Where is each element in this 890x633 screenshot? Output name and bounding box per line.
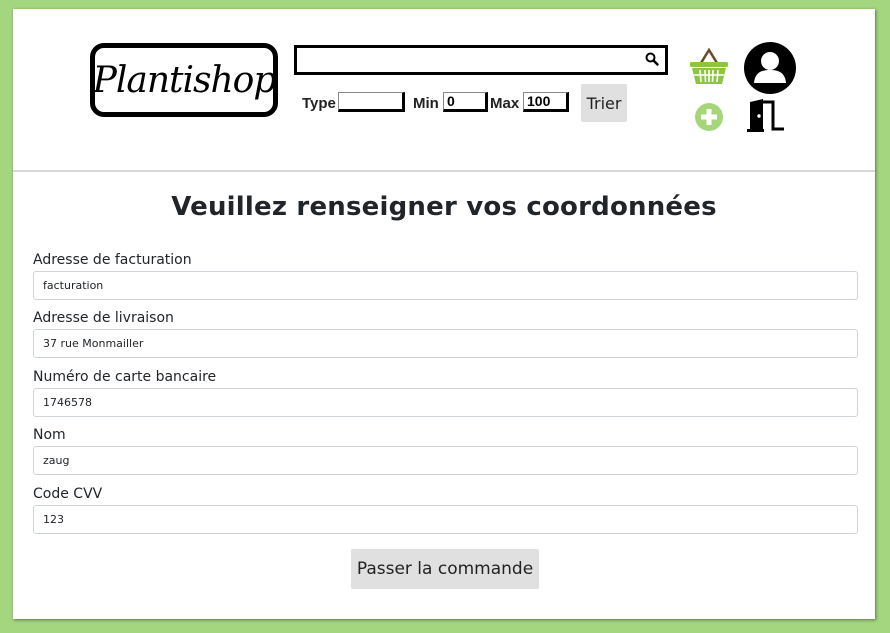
cvv-input[interactable] — [33, 505, 858, 534]
card-number-label: Numéro de carte bancaire — [33, 369, 217, 385]
billing-address-input[interactable] — [33, 271, 858, 300]
place-order-button[interactable]: Passer la commande — [351, 549, 539, 589]
header: Plantishop Type Min Max Trier — [13, 9, 875, 172]
search-bar — [294, 45, 668, 75]
max-input[interactable] — [523, 92, 569, 112]
min-label: Min — [413, 95, 439, 112]
card-number-input[interactable] — [33, 388, 858, 417]
basket-icon[interactable] — [688, 47, 730, 87]
type-input[interactable] — [338, 92, 405, 112]
sort-button[interactable]: Trier — [581, 84, 627, 122]
plantishop-logo[interactable]: Plantishop — [90, 43, 278, 117]
user-account-icon[interactable] — [743, 41, 797, 95]
min-input[interactable] — [443, 92, 488, 112]
max-label: Max — [490, 95, 520, 112]
shipping-address-label: Adresse de livraison — [33, 310, 174, 326]
page-title: Veuillez renseigner vos coordonnées — [171, 192, 717, 222]
billing-address-label: Adresse de facturation — [33, 252, 192, 268]
name-label: Nom — [33, 427, 66, 443]
type-label: Type — [302, 95, 336, 112]
app-window: Plantishop Type Min Max Trier — [13, 9, 875, 619]
name-input[interactable] — [33, 446, 858, 475]
search-icon[interactable] — [645, 52, 659, 66]
search-input[interactable] — [297, 48, 645, 72]
cvv-label: Code CVV — [33, 486, 103, 502]
logout-door-icon[interactable] — [746, 99, 786, 133]
shipping-address-input[interactable] — [33, 329, 858, 358]
add-plus-icon[interactable] — [694, 102, 724, 132]
